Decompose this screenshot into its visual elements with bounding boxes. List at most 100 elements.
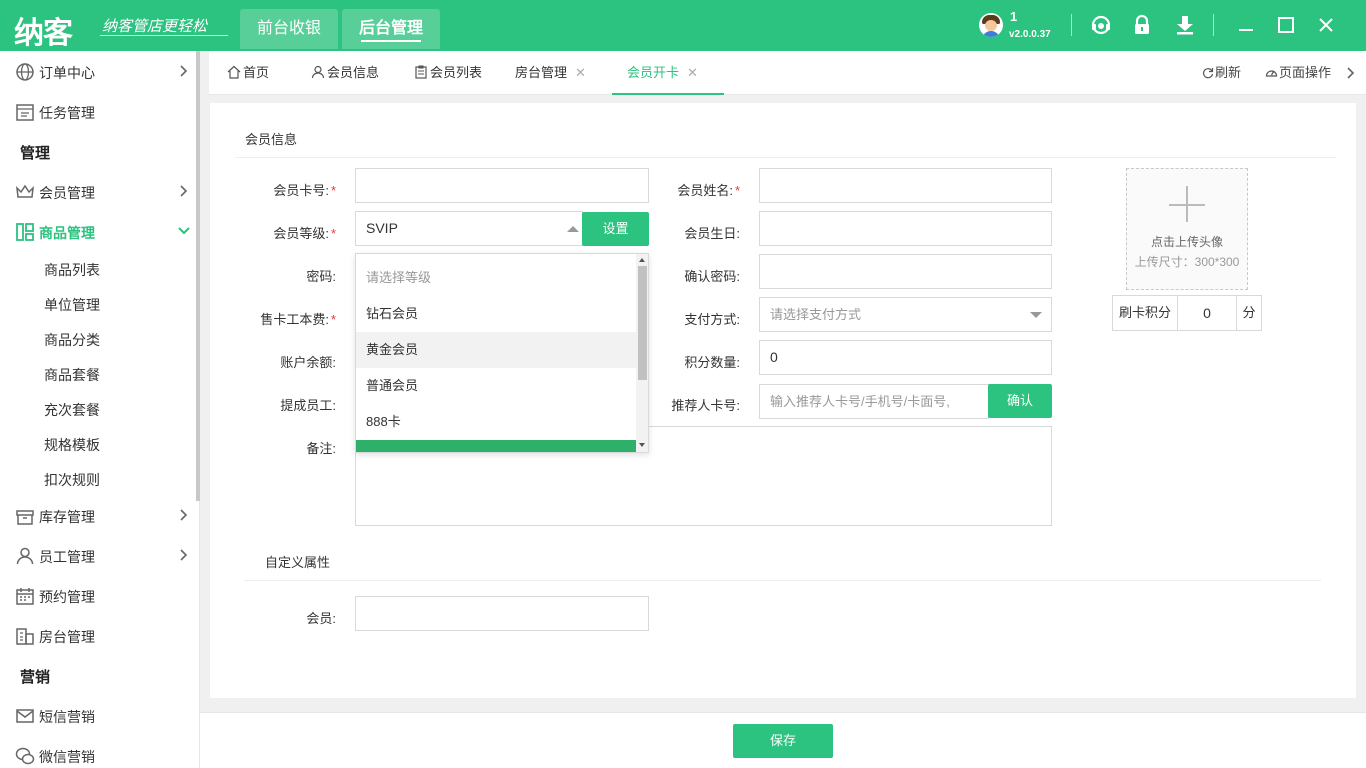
dropdown-option[interactable]: 黄金会员 — [356, 332, 636, 368]
payment-select[interactable]: 请选择支付方式 — [759, 297, 1052, 332]
tab-member-open-card[interactable]: 会员开卡 ✕ — [612, 51, 724, 95]
calendar-icon — [16, 588, 34, 605]
scroll-up-icon[interactable] — [639, 258, 645, 262]
sidebar-item-booking[interactable]: 预约管理 — [0, 577, 196, 613]
mail-icon — [16, 709, 34, 723]
top-tab-admin[interactable]: 后台管理 — [342, 9, 440, 49]
sidebar-item-members[interactable]: 会员管理 — [0, 173, 196, 209]
sidebar-item-inventory[interactable]: 库存管理 — [0, 497, 196, 533]
avatar-upload[interactable]: 点击上传头像 上传尺寸：300*300 — [1126, 168, 1248, 290]
card-no-input[interactable] — [355, 168, 649, 203]
avatar[interactable] — [979, 13, 1003, 37]
sidebar-subitem-spec-templates[interactable]: 规格模板 — [44, 435, 100, 455]
tab-label: 房台管理 — [515, 65, 568, 80]
referrer-confirm-button[interactable]: 确认 — [988, 384, 1052, 418]
close-icon[interactable] — [1315, 14, 1337, 36]
tab-rooms[interactable]: 房台管理 ✕ — [515, 51, 586, 95]
section-title-custom: 自定义属性 — [265, 555, 331, 570]
dropdown-option-placeholder[interactable]: 请选择等级 — [356, 260, 636, 296]
referrer-input[interactable]: 输入推荐人卡号/手机号/卡面号, — [759, 384, 989, 419]
chevron-right-icon — [180, 65, 188, 77]
payment-placeholder: 请选择支付方式 — [770, 307, 862, 322]
dropdown-scrollbar[interactable] — [636, 254, 648, 452]
sidebar-scrollbar[interactable] — [196, 51, 200, 501]
level-dropdown: 请选择等级 钻石会员 黄金会员 普通会员 888卡 — [355, 253, 649, 453]
sidebar-item-orders[interactable]: 订单中心 — [0, 53, 196, 89]
tab-close-icon[interactable]: ✕ — [687, 65, 698, 80]
dropdown-scroll-thumb[interactable] — [638, 266, 647, 380]
task-icon — [16, 104, 34, 121]
app-logo: 纳客 — [14, 16, 73, 51]
sidebar-item-goods[interactable]: 商品管理 — [0, 213, 196, 249]
sidebar-item-label: 微信营销 — [39, 749, 95, 765]
member-level-select[interactable]: SVIP — [355, 211, 583, 246]
points-value: 0 — [770, 349, 778, 365]
chevron-right-icon[interactable] — [1346, 67, 1356, 79]
sidebar-item-label: 商品管理 — [39, 225, 95, 241]
user-icon — [311, 65, 325, 79]
dropdown-option-selected[interactable] — [356, 440, 636, 452]
maximize-icon[interactable] — [1275, 14, 1297, 36]
plus-icon — [1186, 186, 1188, 222]
app-version: v2.0.0.37 — [1009, 29, 1051, 40]
top-tab-cashier[interactable]: 前台收银 — [240, 9, 338, 49]
sidebar-subitem-deduct-rules[interactable]: 扣次规则 — [44, 470, 100, 490]
required-mark: * — [330, 226, 336, 241]
tab-bar: 首页 会员信息 会员列表 房台管理 ✕ 会员开卡 ✕ 刷新 页面操作 — [209, 51, 1366, 95]
headset-icon[interactable] — [1090, 14, 1112, 36]
birthday-input[interactable] — [759, 211, 1052, 246]
sidebar-subitem-goods-list[interactable]: 商品列表 — [44, 260, 100, 280]
label-name: 会员姓名: * — [630, 180, 740, 199]
tab-label: 会员列表 — [430, 65, 483, 80]
tab-member-list[interactable]: 会员列表 — [414, 51, 482, 95]
tab-close-icon[interactable]: ✕ — [575, 65, 586, 80]
points-input[interactable]: 0 — [759, 340, 1052, 375]
app-slogan: 纳客管店更轻松 — [102, 17, 208, 35]
dropdown-option[interactable]: 普通会员 — [356, 368, 636, 404]
label-level-text: 会员等级: — [273, 226, 329, 241]
custom-member-input[interactable] — [355, 596, 649, 631]
required-mark: * — [330, 312, 336, 327]
sidebar-item-rooms[interactable]: 房台管理 — [0, 617, 196, 653]
sidebar-item-label: 库存管理 — [39, 509, 95, 525]
chevron-right-icon — [180, 509, 188, 521]
slogan-underline — [100, 35, 228, 36]
sidebar-item-wechat[interactable]: 微信营销 — [0, 737, 196, 768]
lock-icon[interactable] — [1131, 14, 1153, 36]
label-card-no: 会员卡号: * — [226, 180, 336, 199]
dropdown-option[interactable]: 钻石会员 — [356, 296, 636, 332]
dropdown-option[interactable]: 888卡 — [356, 404, 636, 440]
sidebar-subitem-packages[interactable]: 商品套餐 — [44, 365, 100, 385]
box-icon — [16, 510, 34, 525]
refresh-button[interactable]: 刷新 — [1202, 51, 1241, 95]
tab-home[interactable]: 首页 — [227, 51, 269, 95]
sidebar-item-tasks[interactable]: 任务管理 — [0, 93, 196, 129]
sidebar-item-sms[interactable]: 短信营销 — [0, 697, 196, 733]
divider — [235, 157, 1336, 158]
scroll-down-icon[interactable] — [639, 443, 645, 447]
sidebar-item-staff[interactable]: 员工管理 — [0, 537, 196, 573]
minimize-icon[interactable] — [1235, 14, 1257, 36]
swipe-points-input[interactable]: 0 — [1177, 295, 1237, 331]
sidebar-subitem-units[interactable]: 单位管理 — [44, 295, 100, 315]
sidebar-item-label: 房台管理 — [39, 629, 95, 645]
label-staff: 提成员工: — [280, 398, 336, 413]
member-name-input[interactable] — [759, 168, 1052, 203]
divider — [1213, 14, 1214, 36]
goods-icon — [16, 223, 34, 241]
sidebar-section-manage: 管理 — [20, 145, 51, 162]
chevron-right-icon — [180, 549, 188, 561]
download-icon[interactable] — [1174, 14, 1196, 36]
confirm-password-input[interactable] — [759, 254, 1052, 289]
required-mark: * — [734, 183, 740, 198]
label-name-text: 会员姓名: — [677, 183, 733, 198]
save-button[interactable]: 保存 — [733, 724, 833, 758]
sidebar-subitem-count-packages[interactable]: 充次套餐 — [44, 400, 100, 420]
chevron-right-icon — [180, 185, 188, 197]
gauge-icon — [1265, 70, 1278, 77]
page-ops-button[interactable]: 页面操作 — [1265, 51, 1331, 95]
caret-up-icon — [567, 226, 579, 232]
tab-member-info[interactable]: 会员信息 — [311, 51, 379, 95]
sidebar-subitem-categories[interactable]: 商品分类 — [44, 330, 100, 350]
referrer-placeholder: 输入推荐人卡号/手机号/卡面号, — [770, 394, 950, 409]
